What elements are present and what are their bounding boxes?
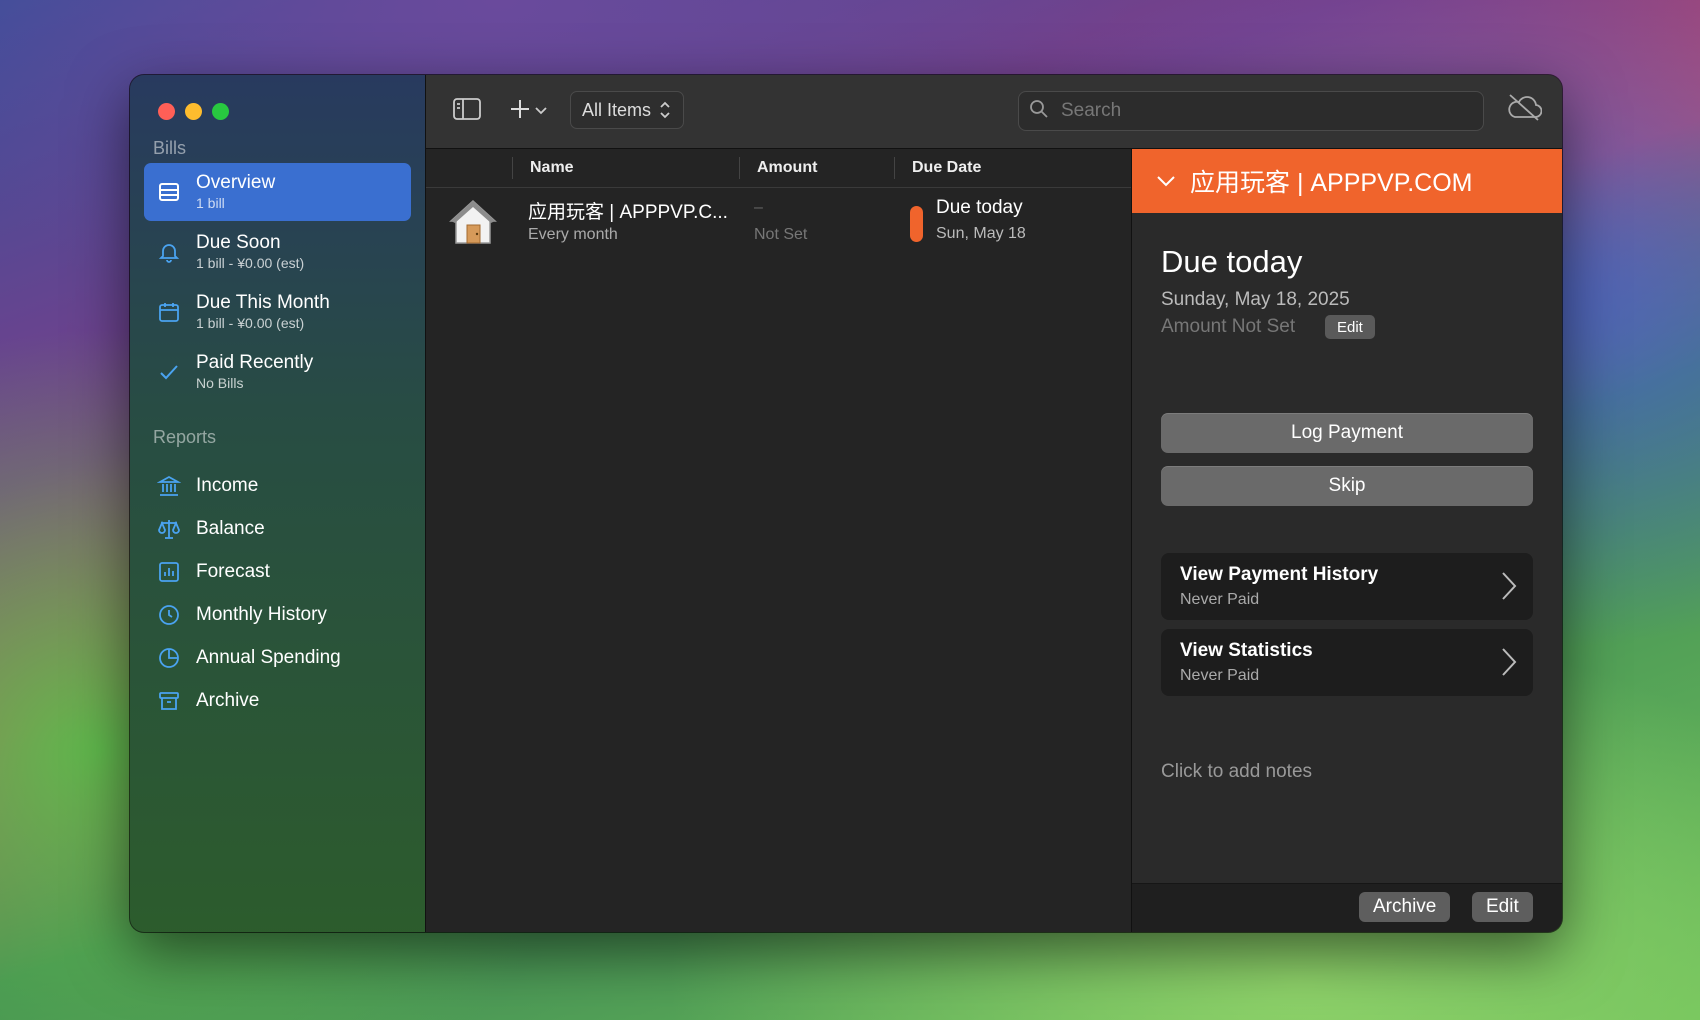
sidebar-item-subtitle: No Bills (196, 375, 244, 391)
bill-detail-panel: 应用玩客 | APPPVP.COM Due today Sunday, May … (1132, 149, 1562, 932)
sidebar-item-annual-spending[interactable]: Annual Spending (144, 640, 341, 676)
bill-due-title: Due today (936, 197, 1023, 218)
edit-amount-button[interactable]: Edit (1325, 315, 1375, 339)
bell-icon (156, 239, 182, 265)
sidebar-item-label: Monthly History (196, 604, 327, 625)
up-down-chevron-icon (659, 100, 671, 120)
detail-footer: Archive Edit (1132, 883, 1562, 932)
list-header: Name Amount Due Date (426, 149, 1131, 188)
column-separator (894, 157, 895, 179)
sidebar-item-monthly-history[interactable]: Monthly History (144, 597, 327, 633)
column-separator (739, 157, 740, 179)
pie-icon (156, 645, 182, 671)
chevron-right-icon (1501, 571, 1517, 606)
column-header-due-date[interactable]: Due Date (912, 159, 981, 177)
sidebar-item-due-this-month[interactable]: Due This Month 1 bill - ¥0.00 (est) (144, 283, 411, 341)
filter-dropdown[interactable]: All Items (570, 91, 684, 129)
calendar-icon (156, 299, 182, 325)
scale-icon (156, 516, 182, 542)
chart-icon (156, 559, 182, 585)
bill-amount-dash: – (754, 199, 763, 216)
log-payment-button[interactable]: Log Payment (1161, 413, 1533, 453)
bill-due-date: Sun, May 18 (936, 225, 1026, 242)
sidebar: Bills Overview 1 bill Due Soon 1 bill - … (130, 75, 426, 932)
clock-icon (156, 602, 182, 628)
sidebar-item-title: Overview (196, 172, 276, 193)
bill-name: 应用玩客 | APPPVP.C... (528, 202, 728, 223)
search-icon (1029, 99, 1049, 124)
bills-section-label: Bills (153, 138, 187, 158)
sidebar-item-archive[interactable]: Archive (144, 683, 259, 719)
bill-amount: Not Set (754, 226, 808, 243)
sidebar-item-title: Due Soon (196, 232, 281, 253)
column-header-amount[interactable]: Amount (757, 159, 817, 177)
toggle-sidebar-button[interactable] (452, 95, 482, 127)
card-subtitle: Never Paid (1180, 667, 1260, 684)
archive-icon (156, 688, 182, 714)
skip-button[interactable]: Skip (1161, 466, 1533, 506)
toolbar: All Items (426, 75, 1562, 149)
house-icon (448, 197, 498, 247)
zoom-window-button[interactable] (212, 103, 229, 120)
archive-button[interactable]: Archive (1359, 892, 1451, 922)
minimize-window-button[interactable] (185, 103, 202, 120)
sidebar-item-label: Forecast (196, 561, 270, 582)
sidebar-item-subtitle: 1 bill - ¥0.00 (est) (196, 315, 305, 331)
detail-header[interactable]: 应用玩客 | APPPVP.COM (1132, 149, 1562, 213)
filter-label: All Items (582, 99, 652, 120)
sidebar-item-title: Due This Month (196, 292, 330, 313)
view-payment-history-card[interactable]: View Payment History Never Paid (1161, 553, 1533, 620)
detail-due-title: Due today (1161, 244, 1303, 279)
notes-field[interactable]: Click to add notes (1161, 761, 1312, 783)
bill-list: Name Amount Due Date 应用玩客 | APPPVP.C... … (426, 149, 1132, 932)
sidebar-item-label: Archive (196, 690, 260, 711)
close-window-button[interactable] (158, 103, 175, 120)
detail-amount: Amount Not Set (1161, 316, 1296, 337)
window-controls (158, 103, 229, 120)
chevron-right-icon (1501, 647, 1517, 682)
sidebar-item-subtitle: 1 bill (196, 195, 225, 211)
sidebar-item-subtitle: 1 bill - ¥0.00 (est) (196, 255, 305, 271)
chevron-down-icon (1156, 175, 1176, 187)
sidebar-item-label: Balance (196, 518, 265, 539)
app-window: Bills Overview 1 bill Due Soon 1 bill - … (130, 75, 1562, 932)
cloud-off-icon (1506, 93, 1543, 126)
detail-due-date: Sunday, May 18, 2025 (1161, 289, 1350, 310)
card-subtitle: Never Paid (1180, 591, 1260, 608)
sidebar-item-overview[interactable]: Overview 1 bill (144, 163, 411, 221)
chevron-down-icon (535, 102, 547, 120)
detail-header-title: 应用玩客 | APPPVP.COM (1190, 169, 1473, 197)
bank-icon (156, 473, 182, 499)
search-input[interactable] (1059, 99, 1463, 123)
table-row[interactable]: 应用玩客 | APPPVP.C... Every month – Not Set… (426, 189, 1131, 259)
card-title: View Payment History (1180, 564, 1379, 585)
bill-frequency: Every month (528, 226, 618, 243)
sidebar-item-balance[interactable]: Balance (144, 511, 265, 547)
sidebar-item-title: Paid Recently (196, 352, 314, 373)
view-statistics-card[interactable]: View Statistics Never Paid (1161, 629, 1533, 696)
sidebar-item-forecast[interactable]: Forecast (144, 554, 270, 590)
search-field[interactable] (1018, 91, 1484, 131)
list-icon (156, 179, 182, 205)
sidebar-item-due-soon[interactable]: Due Soon 1 bill - ¥0.00 (est) (144, 223, 411, 281)
sidebar-item-label: Income (196, 475, 259, 496)
sync-status-button[interactable] (1504, 93, 1544, 125)
plus-icon (509, 98, 531, 125)
due-status-indicator (910, 206, 923, 242)
sidebar-item-label: Annual Spending (196, 647, 341, 668)
column-separator (512, 157, 513, 179)
checkmark-icon (156, 359, 182, 385)
reports-section-label: Reports (153, 427, 217, 447)
card-title: View Statistics (1180, 640, 1313, 661)
column-header-name[interactable]: Name (530, 159, 574, 177)
add-bill-button[interactable] (506, 95, 550, 127)
edit-button[interactable]: Edit (1472, 892, 1533, 922)
sidebar-item-income[interactable]: Income (144, 468, 258, 504)
sidebar-icon (453, 97, 481, 125)
sidebar-item-paid-recently[interactable]: Paid Recently No Bills (144, 343, 411, 401)
